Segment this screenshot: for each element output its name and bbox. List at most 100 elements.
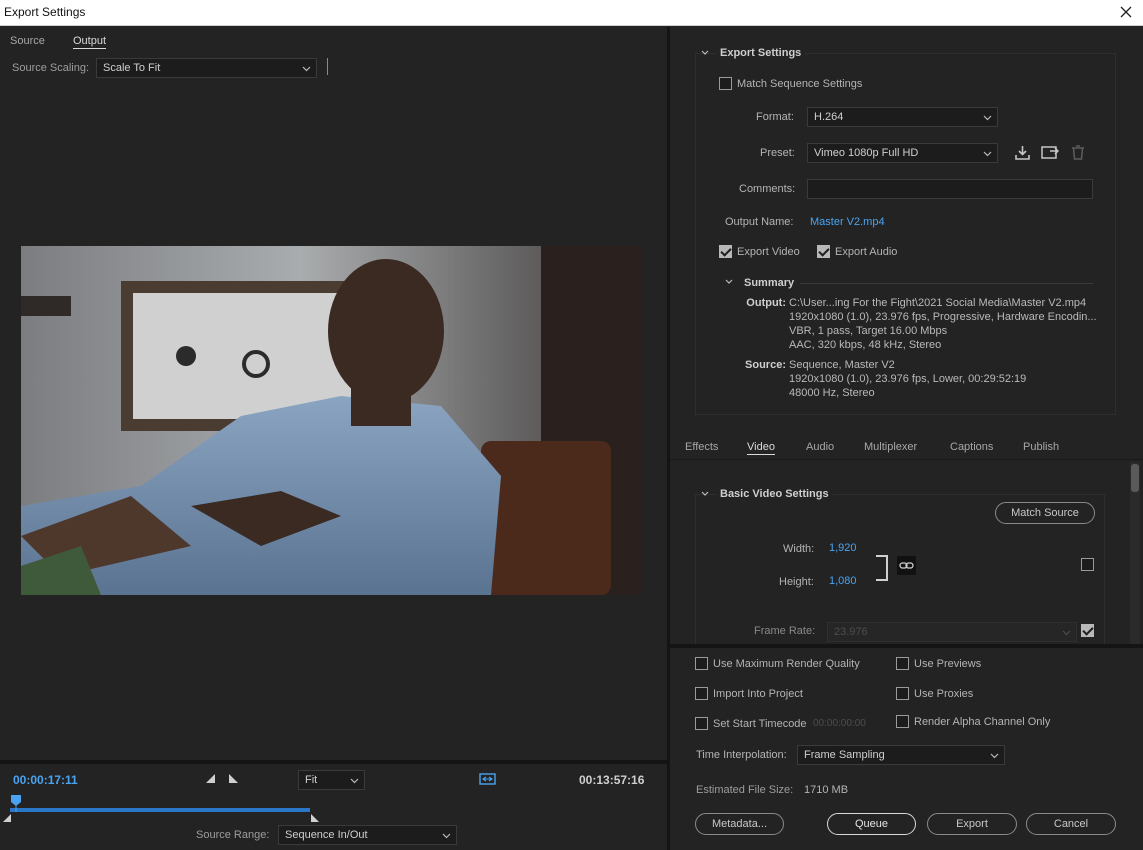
- video-preview: [21, 246, 642, 595]
- chevron-down-icon: [990, 753, 999, 759]
- chevron-down-icon: [1062, 630, 1071, 636]
- settings-panel: Export Settings Match Sequence Settings …: [670, 27, 1143, 850]
- preview-panel: Source Output Source Scaling: Scale To F…: [0, 27, 667, 850]
- frame-rate-label: Frame Rate:: [754, 625, 816, 637]
- source-scaling-value: Scale To Fit: [103, 62, 161, 74]
- set-start-timecode-checkbox[interactable]: [695, 717, 708, 730]
- save-preset-icon[interactable]: [1014, 144, 1031, 161]
- timeline-divider: [0, 760, 667, 764]
- timeline-track[interactable]: [10, 808, 310, 812]
- comments-input[interactable]: [807, 179, 1093, 199]
- tab-multiplexer[interactable]: Multiplexer: [864, 441, 917, 453]
- start-timecode-value[interactable]: 00:00:00:00: [813, 718, 866, 729]
- source-range-dropdown[interactable]: Sequence In/Out: [278, 825, 457, 845]
- chevron-down-icon: [350, 778, 359, 784]
- zoom-value: Fit: [305, 774, 318, 786]
- match-sequence-label: Match Sequence Settings: [737, 78, 863, 90]
- settings-tab-bar: Effects Video Audio Multiplexer Captions…: [670, 432, 1143, 460]
- window-title: Export Settings: [4, 5, 86, 19]
- source-scaling-dropdown[interactable]: Scale To Fit: [96, 58, 317, 78]
- frame-rate-checkbox[interactable]: [1081, 624, 1094, 637]
- chevron-down-icon: [302, 66, 311, 72]
- output-name-label: Output Name:: [725, 216, 794, 228]
- queue-button[interactable]: Queue: [827, 813, 916, 835]
- time-interpolation-value: Frame Sampling: [804, 749, 885, 761]
- summary-output-line: 1920x1080 (1.0), 23.976 fps, Progressive…: [789, 311, 1097, 323]
- max-render-quality-label: Use Maximum Render Quality: [713, 658, 860, 670]
- export-audio-checkbox[interactable]: [817, 245, 830, 258]
- file-size-value: 1710 MB: [804, 784, 849, 796]
- summary-source-line: Sequence, Master V2: [789, 359, 895, 371]
- aspect-ratio-correction-icon[interactable]: [478, 770, 497, 788]
- summary-source-label: Source:: [745, 359, 786, 371]
- out-point-marker-icon[interactable]: [310, 813, 320, 823]
- set-out-point-icon[interactable]: [228, 773, 239, 784]
- use-proxies-checkbox[interactable]: [896, 687, 909, 700]
- import-preset-icon[interactable]: [1041, 144, 1059, 161]
- summary-divider: [800, 283, 1093, 284]
- resize-checkbox[interactable]: [1081, 558, 1094, 571]
- in-point-marker-icon[interactable]: [2, 813, 12, 823]
- export-video-checkbox[interactable]: [719, 245, 732, 258]
- tab-captions[interactable]: Captions: [950, 441, 993, 453]
- zoom-dropdown[interactable]: Fit: [298, 770, 365, 790]
- output-name-link[interactable]: Master V2.mp4: [810, 216, 885, 228]
- width-label: Width:: [783, 543, 815, 555]
- import-into-project-checkbox[interactable]: [695, 687, 708, 700]
- summary-output-label: Output:: [746, 297, 786, 309]
- collapse-chevron-icon[interactable]: [701, 490, 709, 498]
- set-start-timecode-label: Set Start Timecode: [713, 718, 807, 730]
- tab-effects[interactable]: Effects: [685, 441, 718, 453]
- aspect-bracket: [876, 555, 888, 581]
- playhead-icon[interactable]: [10, 794, 22, 812]
- file-size-label: Estimated File Size:: [696, 784, 794, 796]
- summary-output-line: VBR, 1 pass, Target 16.00 Mbps: [789, 325, 948, 337]
- tab-publish[interactable]: Publish: [1023, 441, 1059, 453]
- match-sequence-checkbox[interactable]: [719, 77, 732, 90]
- format-value: H.264: [814, 111, 844, 123]
- render-alpha-checkbox[interactable]: [896, 715, 909, 728]
- cancel-button[interactable]: Cancel: [1026, 813, 1116, 835]
- scrollbar-thumb[interactable]: [1131, 464, 1139, 492]
- current-timecode[interactable]: 00:00:17:11: [13, 773, 78, 787]
- frame-rate-dropdown[interactable]: 23.976: [827, 622, 1077, 642]
- summary-source-line: 48000 Hz, Stereo: [789, 387, 875, 399]
- chevron-down-icon: [983, 151, 992, 157]
- height-value[interactable]: 1,080: [829, 575, 857, 587]
- export-button[interactable]: Export: [927, 813, 1017, 835]
- preview-tabs: Source Output: [0, 27, 667, 51]
- preset-value: Vimeo 1080p Full HD: [814, 147, 919, 159]
- time-interpolation-dropdown[interactable]: Frame Sampling: [797, 745, 1005, 765]
- metadata-button[interactable]: Metadata...: [695, 813, 784, 835]
- tab-audio[interactable]: Audio: [806, 441, 834, 453]
- frame-rate-value: 23.976: [834, 626, 868, 638]
- summary-output-line: AAC, 320 kbps, 48 kHz, Stereo: [789, 339, 942, 351]
- use-proxies-label: Use Proxies: [914, 688, 974, 700]
- chevron-down-icon: [983, 115, 992, 121]
- tab-video[interactable]: Video: [747, 441, 775, 455]
- set-in-point-icon[interactable]: [205, 773, 216, 784]
- bottom-divider: [670, 644, 1143, 648]
- summary-chevron-icon[interactable]: [725, 278, 733, 286]
- preset-dropdown[interactable]: Vimeo 1080p Full HD: [807, 143, 998, 163]
- tab-source[interactable]: Source: [10, 35, 45, 47]
- import-into-project-label: Import Into Project: [713, 688, 803, 700]
- collapse-chevron-icon[interactable]: [701, 49, 709, 57]
- basic-video-title: Basic Video Settings: [716, 488, 833, 500]
- max-render-quality-checkbox[interactable]: [695, 657, 708, 670]
- end-timecode: 00:13:57:16: [579, 773, 645, 787]
- settings-scrollbar[interactable]: [1130, 462, 1140, 644]
- use-previews-checkbox[interactable]: [896, 657, 909, 670]
- render-alpha-label: Render Alpha Channel Only: [914, 716, 1051, 728]
- format-label: Format:: [756, 111, 794, 123]
- use-previews-label: Use Previews: [914, 658, 982, 670]
- link-icon[interactable]: [897, 556, 916, 575]
- toolbar-separator: [327, 58, 328, 75]
- close-icon[interactable]: [1117, 2, 1135, 22]
- tab-output[interactable]: Output: [73, 35, 107, 49]
- delete-preset-icon[interactable]: [1070, 144, 1086, 161]
- format-dropdown[interactable]: H.264: [807, 107, 998, 127]
- match-source-button[interactable]: Match Source: [995, 502, 1095, 524]
- chevron-down-icon: [442, 833, 451, 839]
- width-value[interactable]: 1,920: [829, 542, 857, 554]
